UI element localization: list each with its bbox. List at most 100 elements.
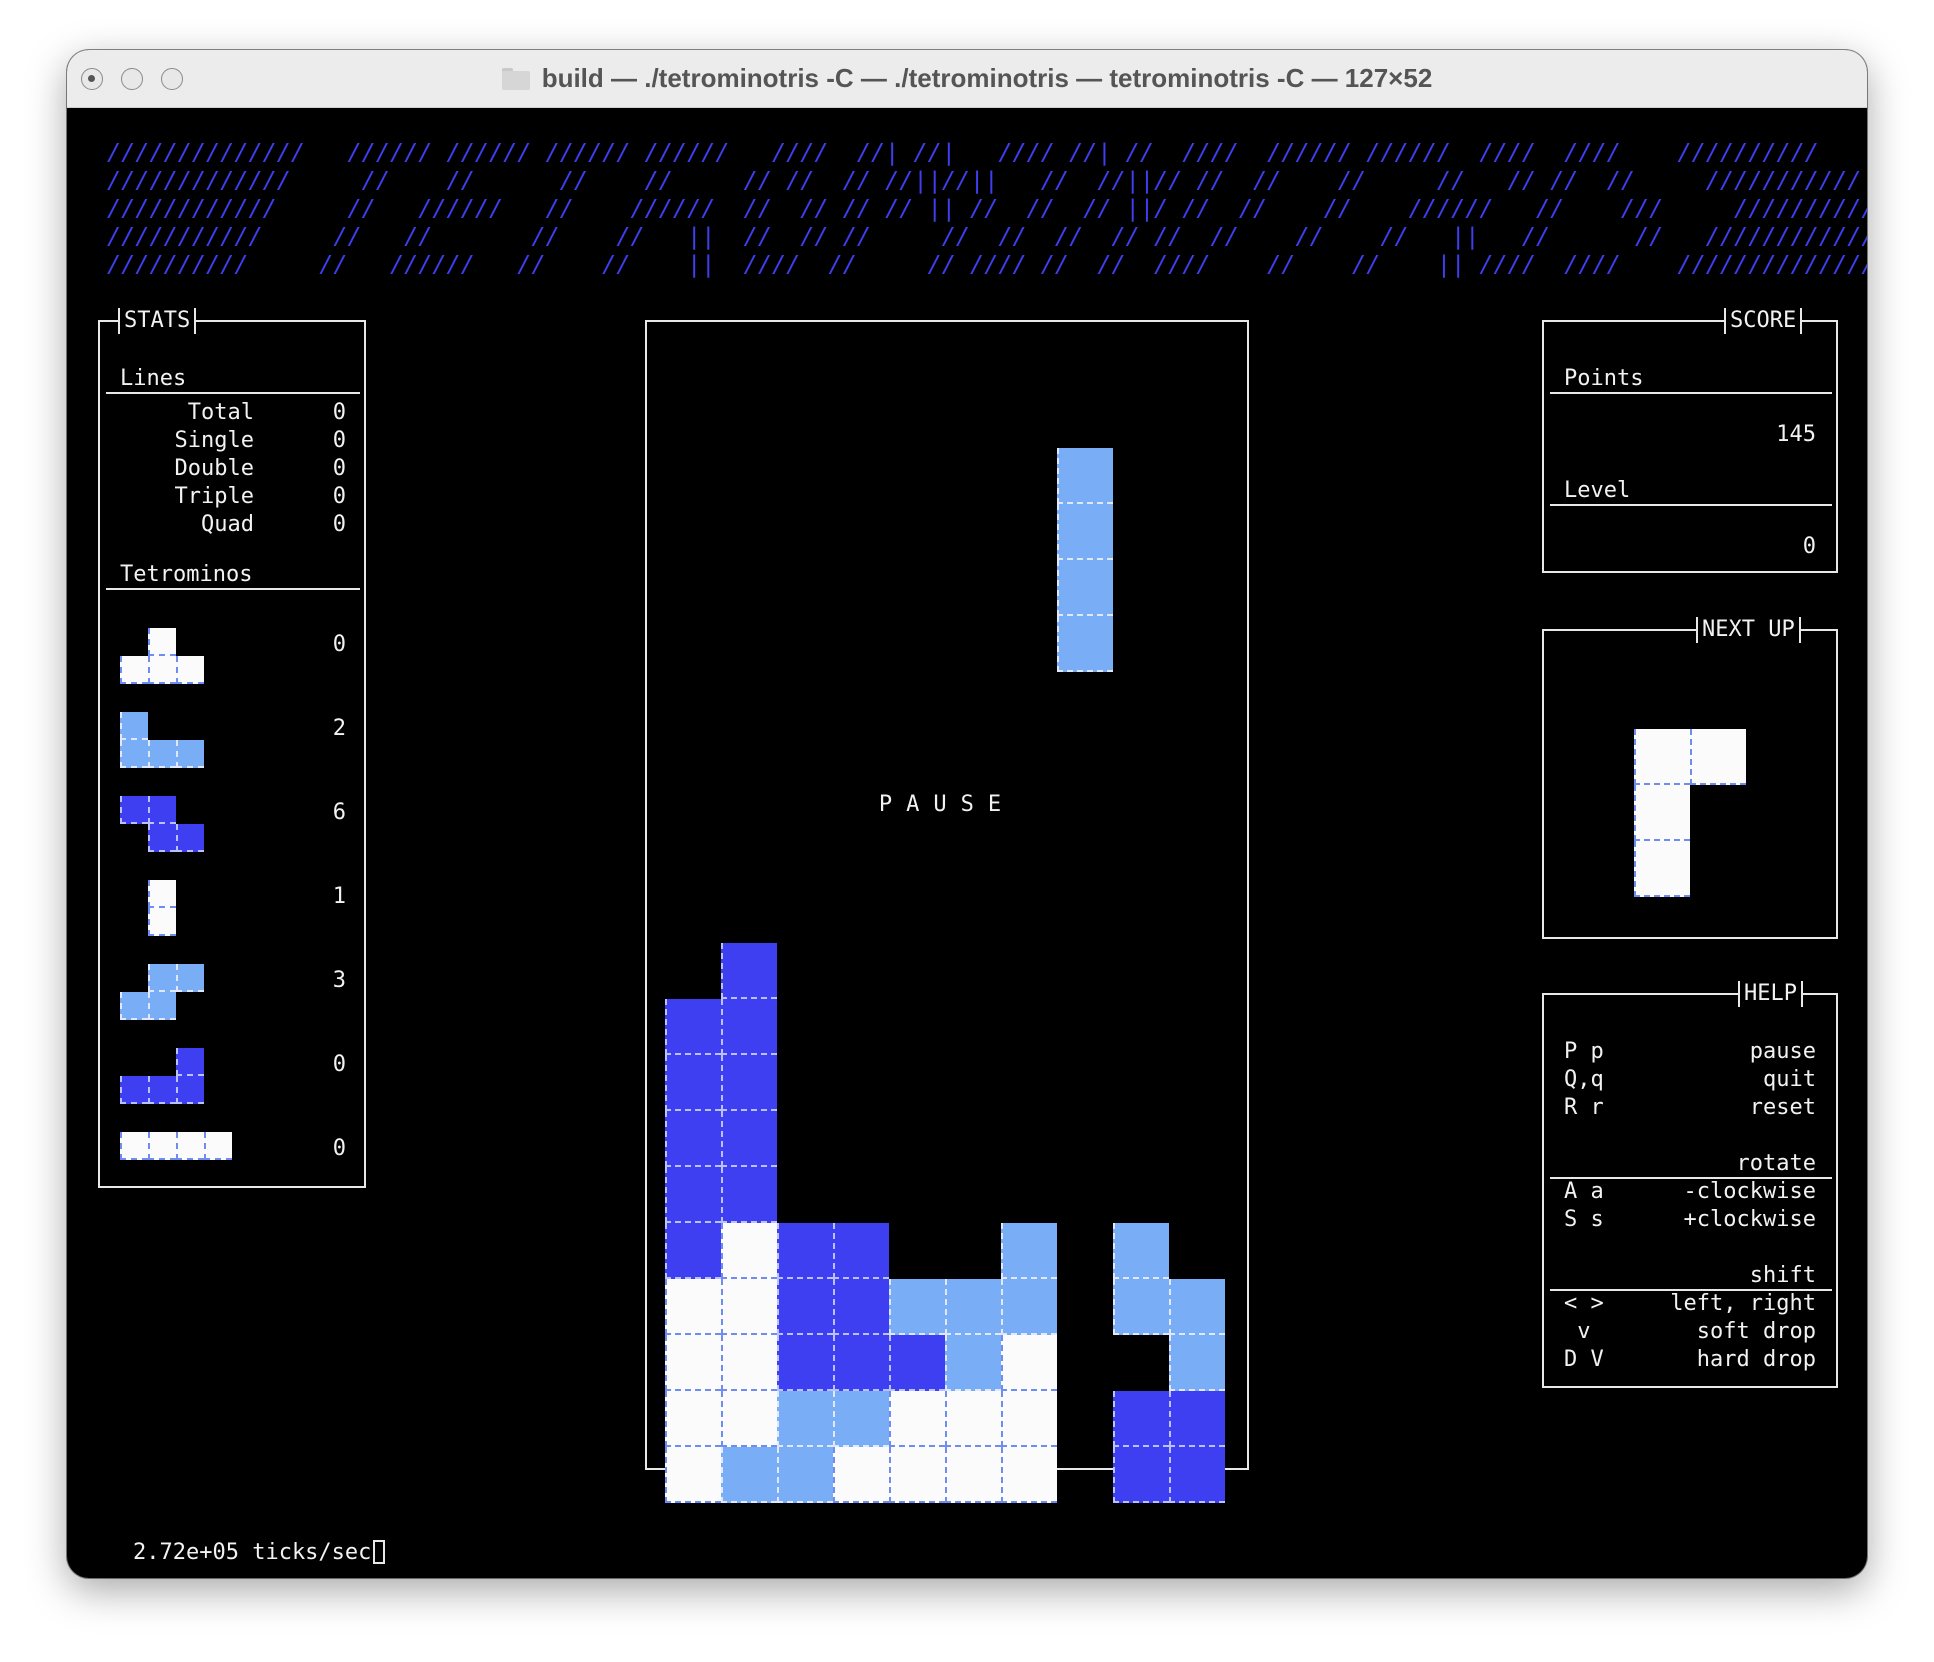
tetromino-cell [148,796,176,824]
help-panel: HELP P p pause Q,q quit R r reset rotate A a -… [1542,981,1838,1388]
tetromino-cell [148,656,176,684]
banner-line: //////////// // ////// // ////// // // /… [107,194,1867,222]
falling-piece-cell [1057,560,1113,616]
board-cell [721,943,777,999]
board-cell [1001,1447,1057,1503]
cursor [373,1540,386,1564]
board-cell [665,1391,721,1447]
next-up-title: NEXT UP [1696,617,1801,643]
tetromino-cell [120,992,148,1020]
help-key: P p [1564,1039,1604,1064]
board-cell [721,1391,777,1447]
tetromino-count: 0 [332,632,346,657]
score-panel: SCORE Points 145 Level 0 [1542,308,1838,573]
board-cell [777,1335,833,1391]
board-cell [721,1055,777,1111]
banner-line: ////////////// ////// ////// ////// ////… [107,138,1819,166]
board-cell [721,1335,777,1391]
board-cell [945,1447,1001,1503]
title-bar[interactable]: build — ./tetrominotris -C — ./tetromino… [67,50,1867,108]
tetromino-cell [176,1076,204,1104]
tetrominos-header: Tetrominos [120,562,253,587]
folder-icon [501,67,530,90]
falling-piece-cell [1057,448,1113,504]
tetromino-cell [120,740,148,768]
title-banner: ////////////// ////// ////// ////// ////… [107,138,1867,278]
help-action: soft drop [1696,1319,1816,1344]
next-up-panel: NEXT UP [1542,617,1838,939]
ticks-per-sec: 2.72e+05 ticks/sec [133,1540,372,1565]
lines-stat-value: 0 [332,428,346,453]
banner-line: ////////// // ////// // // || //// // //… [107,250,1867,278]
board-cell [665,1055,721,1111]
tetromino-cell [120,712,148,740]
lines-stat-label: Triple [174,484,254,509]
help-action: pause [1749,1039,1816,1064]
board-cell [721,1223,777,1279]
board-cell [1001,1279,1057,1335]
tetromino-count: 2 [332,716,346,741]
help-key: R r [1564,1095,1604,1120]
tetromino-cell [148,992,176,1020]
board-cell [777,1447,833,1503]
board-cell [833,1223,889,1279]
tetromino-cell [148,628,176,656]
lines-stat-value: 0 [332,484,346,509]
board-cell [721,1111,777,1167]
tetromino-count: 1 [332,884,346,909]
board-cell [1001,1391,1057,1447]
tetromino-cell [120,1076,148,1104]
lines-stat-label: Quad [201,512,254,537]
board-cell [665,1335,721,1391]
shift-header: shift [1749,1263,1816,1288]
board-cell [1169,1391,1225,1447]
lines-stat-value: 0 [332,456,346,481]
board-cell [777,1391,833,1447]
help-title: HELP [1738,981,1803,1007]
next-piece-cell [1634,841,1690,897]
score-title: SCORE [1724,308,1803,334]
help-key: v [1564,1319,1591,1344]
tetromino-cell [176,824,204,852]
tetromino-cell [148,824,176,852]
tetromino-count: 3 [332,968,346,993]
board-cell [945,1279,1001,1335]
window-title: build — ./tetrominotris -C — ./tetromino… [541,63,1433,93]
board-cell [833,1335,889,1391]
points-label: Points [1564,366,1644,391]
board-cell [945,1335,1001,1391]
tetromino-cell [148,740,176,768]
lines-stat-label: Single [174,428,254,453]
board-cell [833,1447,889,1503]
next-piece-cell [1634,785,1690,841]
help-key: S s [1564,1207,1604,1232]
level-divider [1550,504,1832,506]
tetrominos-divider [106,588,360,590]
next-piece-cell [1690,729,1746,785]
lines-stat-value: 0 [332,512,346,537]
board-cell [1169,1335,1225,1391]
terminal-window: build — ./tetrominotris -C — ./tetromino… [67,50,1867,1578]
falling-piece-cell [1057,504,1113,560]
banner-line: ///////////// // // // // // // // //||/… [107,166,1862,194]
stats-title: STATS [118,308,197,334]
board-cell [1169,1279,1225,1335]
board-cell [777,1279,833,1335]
board-cell [1001,1335,1057,1391]
board-cell [833,1391,889,1447]
lines-divider [106,392,360,394]
next-piece-cell [1634,729,1690,785]
board-cell [945,1391,1001,1447]
points-divider [1550,392,1832,394]
level-label: Level [1564,478,1631,503]
rotate-header: rotate [1736,1151,1816,1176]
tetromino-cell [176,740,204,768]
falling-piece-cell [1057,616,1113,672]
lines-stat-label: Total [187,400,254,425]
help-action: +clockwise [1683,1207,1816,1232]
lines-stat-value: 0 [332,400,346,425]
board-cell [889,1279,945,1335]
tetromino-cell [204,1132,232,1160]
level-value: 0 [1802,534,1816,559]
board-cell [665,1111,721,1167]
